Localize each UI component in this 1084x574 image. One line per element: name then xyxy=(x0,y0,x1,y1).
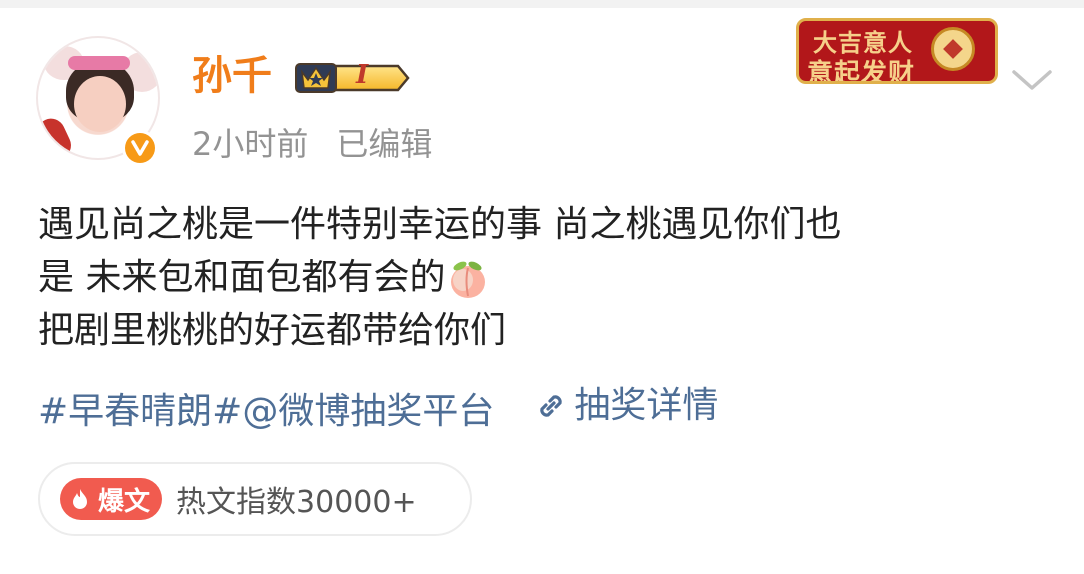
lottery-detail-link[interactable]: 抽奖详情 xyxy=(534,382,718,430)
post-line-2: 是 未来包和面包都有会的 xyxy=(38,251,1048,304)
peach-emoji-icon xyxy=(451,261,486,298)
chevron-down-icon[interactable] xyxy=(1010,66,1054,94)
member-level-badge[interactable]: I xyxy=(294,58,412,98)
post-line-2-text: 是 未来包和面包都有会的 xyxy=(38,257,446,298)
festive-card-decoration[interactable]: 大吉意人 意起发财 xyxy=(796,18,998,84)
link-icon xyxy=(540,395,563,417)
post-links: #早春晴朗#@微博抽奖平台 抽奖详情 xyxy=(38,382,718,436)
hot-article-card[interactable]: 爆文 热文指数30000+ xyxy=(38,462,472,536)
sticker-line2: 意起发财 xyxy=(807,59,916,84)
edited-label[interactable]: 已编辑 xyxy=(336,125,432,163)
post-line-1: 遇见尚之桃是一件特别幸运的事 尚之桃遇见你们也 xyxy=(38,204,842,245)
post-line-3: 把剧里桃桃的好运都带给你们 xyxy=(38,310,507,351)
hashtag-link[interactable]: #早春晴朗# xyxy=(38,391,242,432)
post-meta: 2小时前 已编辑 xyxy=(192,124,432,164)
verified-badge-icon xyxy=(122,130,158,166)
post-text: 遇见尚之桃是一件特别幸运的事 尚之桃遇见你们也 是 未来包和面包都有会的 把剧里… xyxy=(38,198,1048,357)
mention-link[interactable]: @微博抽奖平台 xyxy=(242,391,494,432)
level-text: I xyxy=(356,60,369,90)
hot-badge-text: 爆文 xyxy=(98,486,151,517)
avatar[interactable] xyxy=(36,36,164,168)
post-time: 2小时前 xyxy=(192,125,309,163)
hot-index-label: 热文指数30000+ xyxy=(176,485,417,520)
username[interactable]: 孙千 xyxy=(192,52,272,100)
hot-badge: 爆文 xyxy=(60,478,163,520)
top-divider xyxy=(0,0,1084,8)
coin-icon xyxy=(931,27,975,71)
lottery-detail-label: 抽奖详情 xyxy=(574,385,719,426)
flame-icon xyxy=(73,489,87,509)
